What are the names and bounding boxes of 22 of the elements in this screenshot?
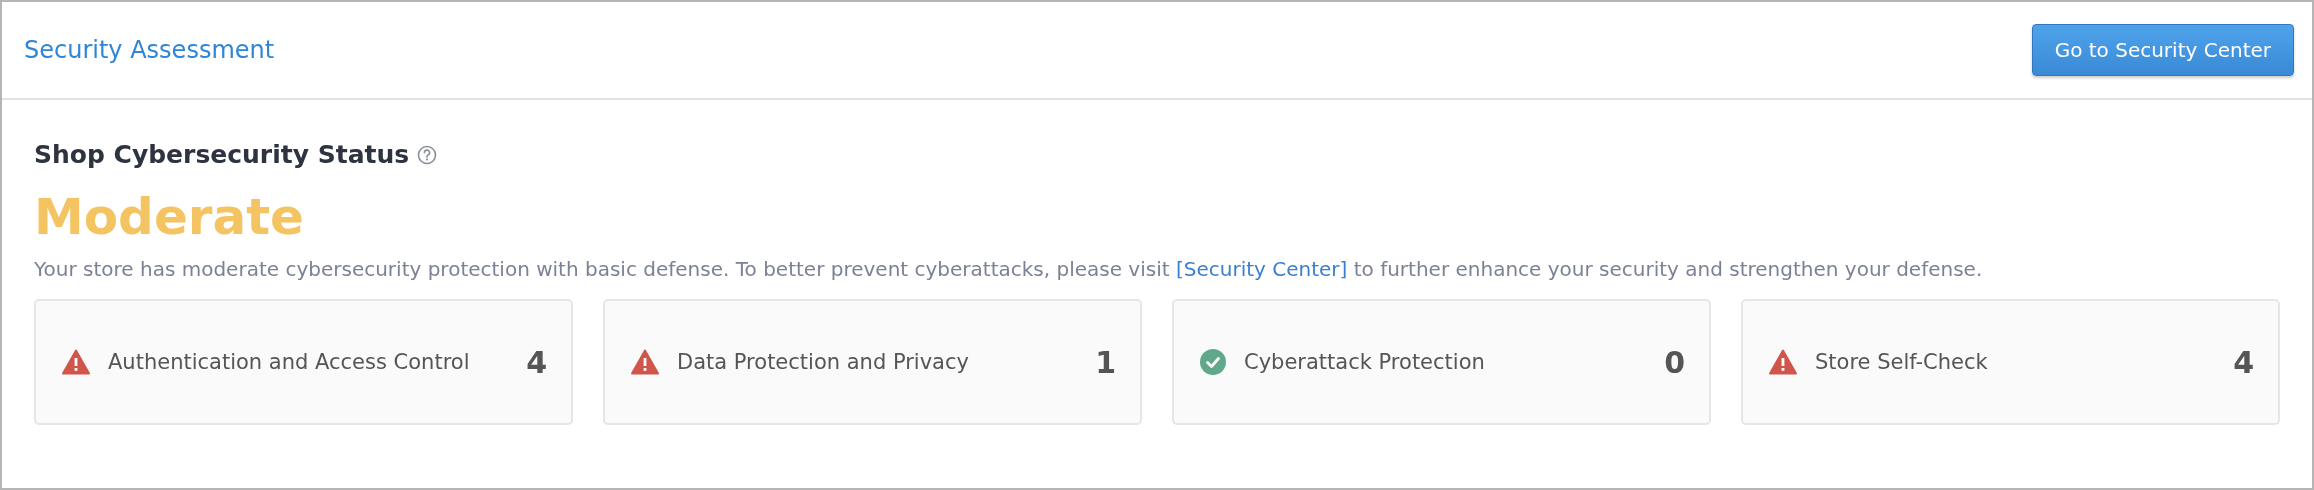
category-card[interactable]: Data Protection and Privacy 1: [603, 299, 1142, 425]
category-label: Store Self-Check: [1815, 350, 1989, 374]
issue-count: 0: [1664, 344, 1685, 380]
check-icon: [1200, 349, 1226, 375]
warning-icon: [62, 349, 90, 375]
security-center-link[interactable]: [Security Center]: [1175, 257, 1348, 281]
issue-count: 1: [1095, 344, 1116, 380]
category-card[interactable]: Authentication and Access Control 4: [34, 299, 573, 425]
status-description: Your store has moderate cybersecurity protection with basic defense. To better prevent cyberattacks, please visit [Security Center] to further enhance your security and strengthen your defense.: [34, 257, 1984, 281]
category-label: Authentication and Access Control: [108, 350, 471, 374]
warning-icon: [631, 349, 659, 375]
status-heading: Shop Cybersecurity Status: [34, 140, 410, 169]
category-card[interactable]: Cyberattack Protection 0: [1172, 299, 1711, 425]
section-title: Security Assessment: [24, 36, 275, 64]
category-label: Cyberattack Protection: [1244, 350, 1486, 374]
issue-count: 4: [526, 344, 547, 380]
category-card[interactable]: Store Self-Check 4: [1741, 299, 2280, 425]
category-label: Data Protection and Privacy: [677, 350, 970, 374]
issue-count: 4: [2233, 344, 2254, 380]
status-level: Moderate: [34, 187, 306, 247]
warning-icon: [1769, 349, 1797, 375]
help-icon[interactable]: [417, 144, 438, 165]
